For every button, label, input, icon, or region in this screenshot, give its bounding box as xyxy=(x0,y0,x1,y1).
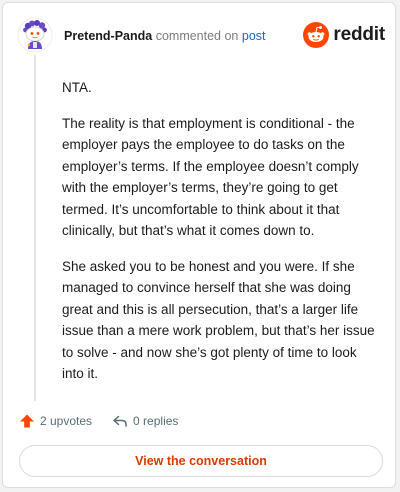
reddit-snoo-logo-icon xyxy=(303,22,330,48)
reddit-wordmark: reddit xyxy=(333,24,385,45)
commented-on-text: commented on xyxy=(155,29,239,43)
comment-paragraph: The reality is that employment is condit… xyxy=(62,115,359,239)
comment-actions: 2 upvotes 0 replies xyxy=(19,411,198,431)
comment-paragraph: NTA. xyxy=(62,80,92,95)
comment-header: Pretend-Panda commented on post reddit xyxy=(17,17,385,57)
upvote-count: 2 upvotes xyxy=(40,414,93,428)
view-conversation-button[interactable]: View the conversation xyxy=(19,445,383,477)
comment-paragraph: She asked you to be honest and you were.… xyxy=(62,258,375,382)
upvote-arrow-icon xyxy=(20,414,34,428)
post-link[interactable]: post xyxy=(242,29,266,43)
upvote-button[interactable]: 2 upvotes xyxy=(19,413,92,429)
reply-arrow-icon xyxy=(113,415,127,427)
comment-body: NTA. The reality is that employment is c… xyxy=(62,77,378,399)
comment-meta: Pretend-Panda commented on post xyxy=(64,28,266,44)
reddit-brand[interactable]: reddit xyxy=(303,21,385,49)
avatar[interactable] xyxy=(17,17,53,53)
reply-count: 0 replies xyxy=(133,414,179,428)
embedded-comment-card: Pretend-Panda commented on post reddit N… xyxy=(2,2,396,488)
author-name[interactable]: Pretend-Panda xyxy=(64,29,152,43)
snoo-avatar-icon xyxy=(17,17,53,53)
replies-button[interactable]: 0 replies xyxy=(112,413,178,429)
thread-line xyxy=(34,55,36,401)
